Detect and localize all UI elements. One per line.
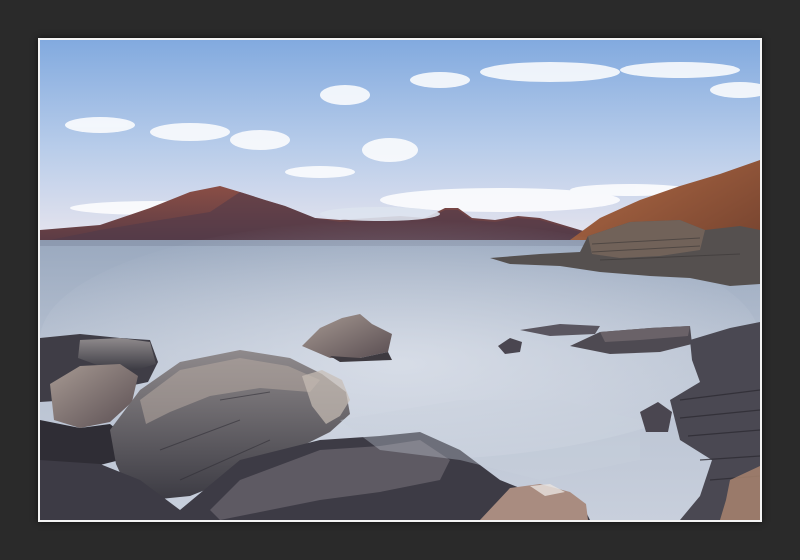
photo-frame: [38, 38, 762, 522]
landscape-photo: [40, 40, 760, 520]
mountain-cloud: [320, 207, 440, 221]
